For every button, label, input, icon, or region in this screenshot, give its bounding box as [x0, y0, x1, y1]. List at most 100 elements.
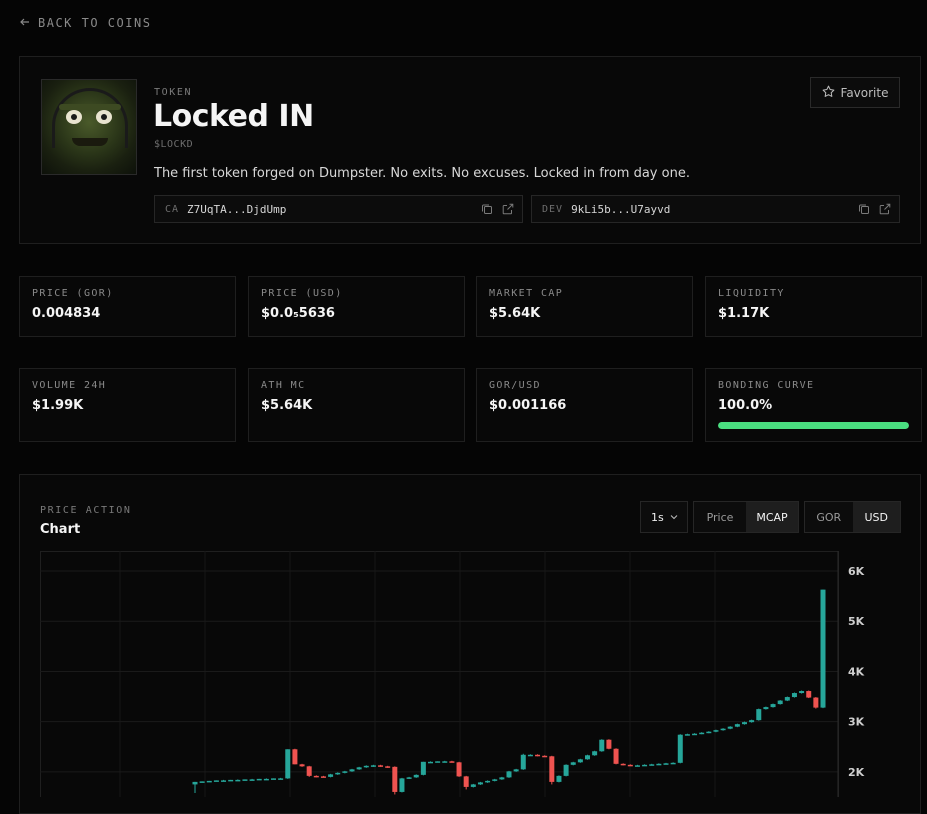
candle-body	[263, 778, 269, 781]
ca-key: CA	[165, 203, 180, 215]
candle-body	[413, 774, 419, 778]
stat-price-gor: PRICE (GOR) 0.004834	[19, 276, 236, 337]
candle-body	[292, 749, 298, 765]
candle-body	[642, 764, 648, 767]
candle-body	[221, 780, 227, 782]
candle-body	[756, 709, 762, 721]
candle-body	[506, 771, 512, 778]
candle-body	[335, 772, 341, 775]
candle-body	[720, 728, 726, 731]
bonding-curve-progress-bar	[718, 422, 909, 429]
candle-body	[563, 764, 569, 776]
ca-value: Z7UqTA...DjdUmp	[187, 202, 287, 216]
candle-body	[356, 767, 362, 770]
stat-label: BONDING CURVE	[718, 380, 815, 391]
back-to-coins-link[interactable]: BACK TO COINS	[20, 16, 151, 30]
stat-volume-24h: VOLUME 24H $1.99K	[19, 368, 236, 442]
stat-value: $1.99K	[32, 398, 84, 413]
candle-body	[299, 764, 305, 767]
candle-body	[256, 778, 262, 781]
token-section-label: TOKEN	[154, 87, 193, 98]
toggle-mcap[interactable]: MCAP	[746, 502, 798, 532]
chart-title: Chart	[40, 522, 81, 537]
stat-label: GOR/USD	[489, 380, 541, 391]
candle-body	[813, 697, 819, 708]
stat-label: PRICE (USD)	[261, 288, 343, 299]
candle-body	[585, 755, 590, 760]
toggle-gor[interactable]: GOR	[805, 502, 853, 532]
stat-value: $5.64K	[489, 306, 541, 321]
candle-body	[542, 755, 548, 758]
candle-body	[328, 774, 334, 777]
candle-body	[435, 761, 441, 763]
candle-body	[663, 763, 669, 765]
currency-toggle: GOR USD	[804, 501, 901, 533]
candle-body	[399, 778, 405, 792]
candle-body	[349, 769, 355, 772]
interval-value: 1s	[651, 510, 664, 524]
candle-body	[592, 751, 598, 756]
candle-body	[492, 779, 498, 781]
candle-body	[599, 739, 605, 752]
candle-body	[634, 765, 640, 767]
toggle-price[interactable]: Price	[694, 502, 746, 532]
candle-body	[727, 726, 733, 729]
candle-body	[306, 766, 312, 776]
stat-label: PRICE (GOR)	[32, 288, 114, 299]
contract-address-field: CA Z7UqTA...DjdUmp	[154, 195, 523, 223]
candle-body	[806, 691, 812, 698]
candle-body	[278, 778, 284, 780]
token-ticker: $LOCKD	[154, 139, 194, 150]
candle-body	[763, 707, 769, 710]
candle-body	[235, 779, 241, 782]
candle-body	[199, 781, 205, 783]
copy-icon[interactable]	[480, 202, 494, 216]
external-link-icon[interactable]	[501, 202, 515, 216]
toggle-usd[interactable]: USD	[852, 502, 900, 532]
interval-select[interactable]: 1s	[640, 501, 688, 533]
star-icon	[822, 85, 835, 101]
external-link-icon[interactable]	[878, 202, 892, 216]
candle-body	[513, 769, 519, 772]
chevron-down-icon	[670, 502, 678, 532]
candle-body	[477, 782, 483, 785]
candlestick-chart[interactable]: 6K 5K 4K 3K 2K	[40, 551, 901, 797]
candle-body	[463, 776, 469, 787]
candle-body	[192, 781, 198, 785]
y-axis-tick-label: 6K	[848, 565, 865, 578]
candle-body	[392, 766, 398, 792]
stat-label: LIQUIDITY	[718, 288, 785, 299]
candle-body	[342, 771, 348, 773]
candle-body	[606, 739, 612, 749]
candle-body	[320, 776, 326, 778]
candle-body	[485, 780, 491, 783]
chart-section-label: PRICE ACTION	[40, 505, 132, 516]
candle-body	[742, 722, 747, 725]
candle-body	[749, 720, 755, 723]
price-action-card: PRICE ACTION Chart 1s Price MCAP GOR USD…	[19, 474, 921, 814]
candle-body	[378, 765, 384, 767]
candle-body	[656, 763, 662, 766]
candle-body	[556, 775, 562, 782]
candle-body	[213, 780, 219, 782]
candle-body	[770, 704, 776, 708]
candle-body	[577, 759, 583, 763]
candle-body	[820, 589, 826, 708]
candle-body	[206, 780, 212, 783]
favorite-button[interactable]: Favorite	[810, 77, 900, 108]
candle-body	[285, 749, 291, 779]
candle-body	[713, 730, 719, 732]
token-name: Locked IN	[153, 99, 314, 134]
stat-value: 0.004834	[32, 306, 101, 321]
chart-type-toggle: Price MCAP	[693, 501, 799, 533]
stat-value: $0.0₅5636	[261, 306, 335, 321]
stat-ath-mc: ATH MC $5.64K	[248, 368, 465, 442]
candle-body	[442, 761, 448, 763]
dev-value: 9kLi5b...U7ayvd	[571, 202, 671, 216]
token-description: The first token forged on Dumpster. No e…	[154, 166, 690, 181]
copy-icon[interactable]	[857, 202, 871, 216]
candle-body	[613, 748, 619, 764]
dev-key: DEV	[542, 203, 564, 215]
candle-body	[313, 775, 319, 778]
dev-address-field: DEV 9kLi5b...U7ayvd	[531, 195, 900, 223]
